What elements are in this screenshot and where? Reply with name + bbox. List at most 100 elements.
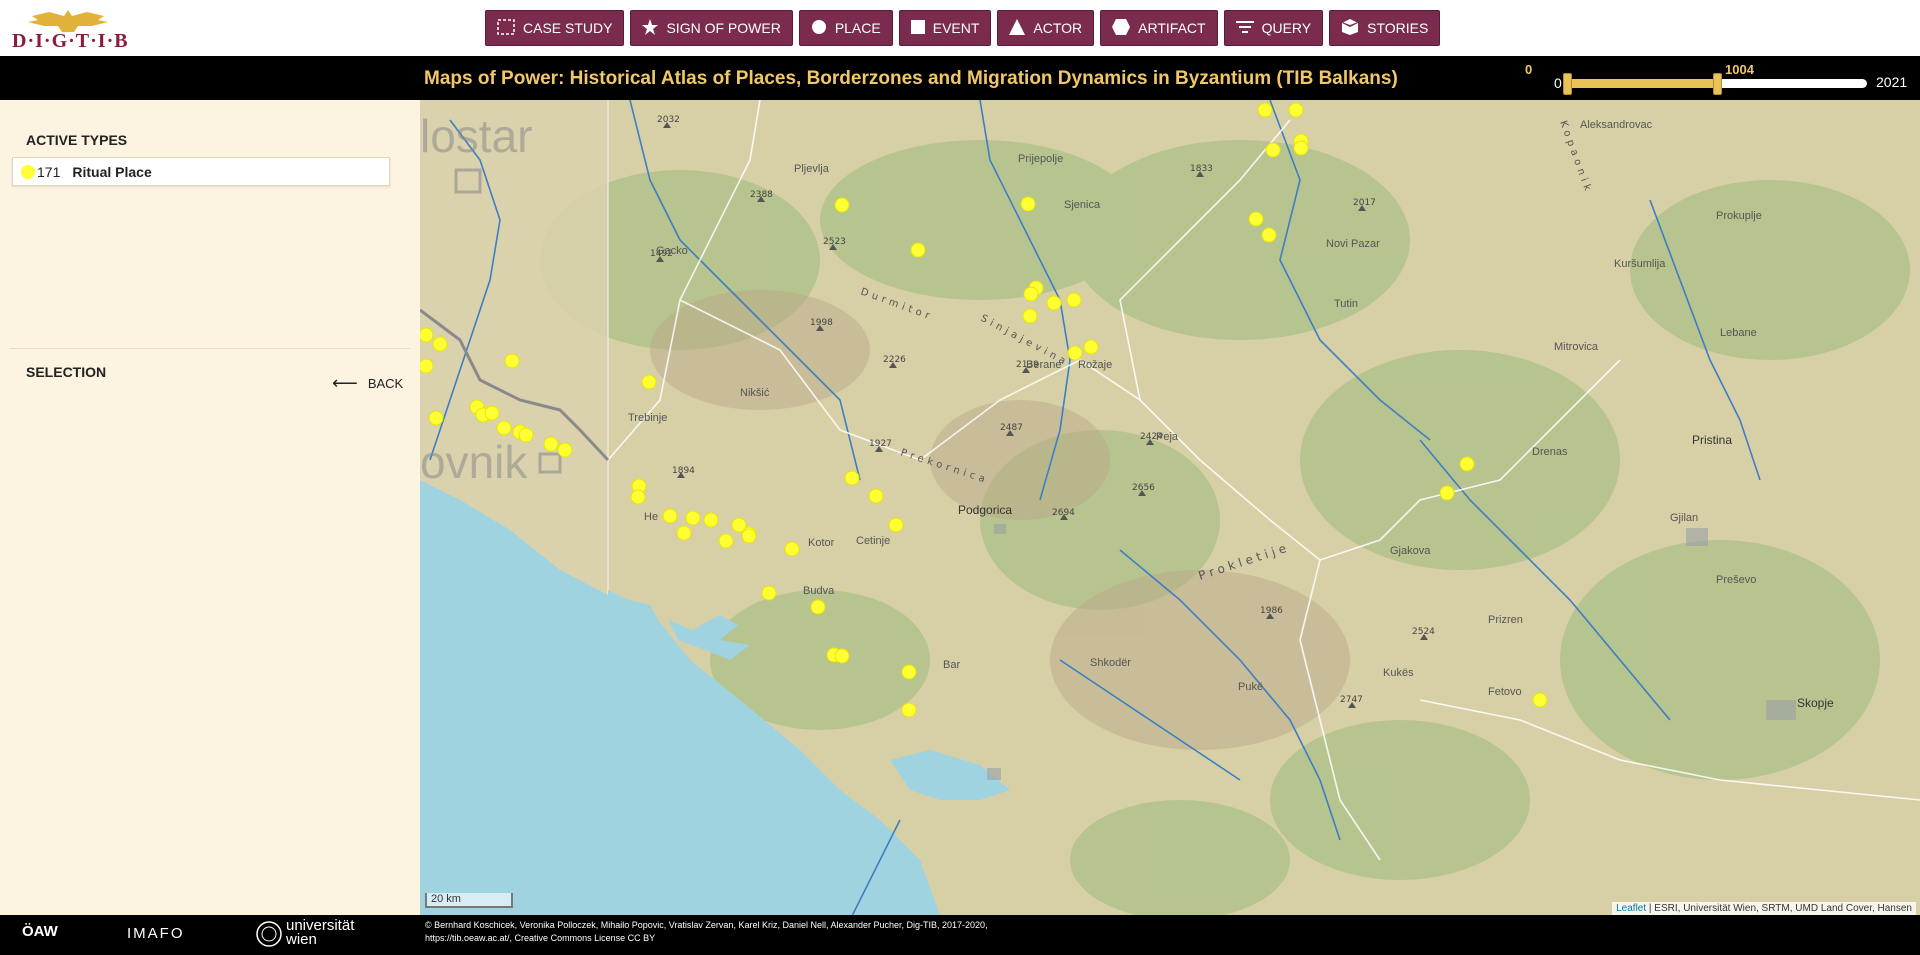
prokuplje-label: Prokuplje: [1716, 210, 1762, 222]
ritual-place-marker[interactable]: [641, 374, 657, 390]
ritual-place-marker[interactable]: [428, 410, 444, 426]
map-view[interactable]: lostar ovnik Durmitor Sinjajevina Prekor…: [420, 100, 1920, 915]
ritual-place-marker[interactable]: [662, 508, 678, 524]
query-label: QUERY: [1261, 20, 1312, 36]
ritual-place-marker[interactable]: [868, 488, 884, 504]
slider-end-handle[interactable]: [1713, 73, 1722, 95]
mostar-ghost-label: lostar: [420, 110, 532, 162]
berane-label: Berane: [1026, 359, 1061, 371]
ritual-place-marker[interactable]: [1257, 102, 1273, 118]
artifact-button[interactable]: ARTIFACT: [1100, 10, 1218, 46]
ritual-place-marker[interactable]: [1083, 339, 1099, 355]
oeaw-logo[interactable]: ÖAW: [22, 923, 58, 940]
slider-fill: [1567, 79, 1716, 88]
ritual-place-marker[interactable]: [1022, 308, 1038, 324]
ritual-place-marker[interactable]: [1532, 692, 1548, 708]
ritual-place-marker[interactable]: [784, 541, 800, 557]
type-name: Ritual Place: [72, 163, 152, 180]
ritual-place-marker[interactable]: [484, 405, 500, 421]
ritual-place-marker[interactable]: [761, 585, 777, 601]
leaflet-link[interactable]: Leaflet: [1616, 903, 1646, 914]
ritual-place-marker[interactable]: [1261, 227, 1277, 243]
sidebar-divider: [10, 348, 410, 349]
case-study-button[interactable]: CASE STUDY: [485, 10, 625, 46]
ritual-place-marker[interactable]: [1020, 196, 1036, 212]
ritual-place-marker[interactable]: [1288, 102, 1304, 118]
ritual-place-marker[interactable]: [718, 533, 734, 549]
university-vienna-logo[interactable]: universität wien: [286, 918, 376, 947]
ritual-place-marker[interactable]: [685, 510, 701, 526]
timeline-slider[interactable]: 0 0 1004 2021: [1525, 62, 1915, 95]
ritual-place-marker[interactable]: [834, 648, 850, 664]
logo-text[interactable]: D·I·G·T·I·B: [12, 30, 129, 53]
map-canvas[interactable]: lostar ovnik Durmitor Sinjajevina Prekor…: [420, 100, 1920, 915]
ritual-place-marker[interactable]: [1067, 345, 1083, 361]
pristina-label: Pristina: [1692, 433, 1732, 447]
dubrovnik-ghost-label: ovnik: [420, 436, 528, 488]
sign-of-power-button[interactable]: SIGN OF POWER: [630, 10, 793, 46]
type-count: 171: [37, 163, 61, 180]
place-label: PLACE: [834, 20, 881, 36]
slider-start-handle[interactable]: [1563, 73, 1572, 95]
ritual-place-marker[interactable]: [1066, 292, 1082, 308]
credit-line-2[interactable]: https://tib.oeaw.ac.at/, Creative Common…: [425, 932, 1125, 945]
box-icon: [1341, 18, 1359, 39]
stories-button[interactable]: STORIES: [1329, 10, 1441, 46]
artifact-label: ARTIFACT: [1138, 20, 1206, 36]
active-type-item[interactable]: 171 Ritual Place: [12, 157, 390, 186]
filter-icon: [1235, 20, 1254, 37]
skopje-label: Skopje: [1797, 696, 1834, 710]
query-button[interactable]: QUERY: [1223, 10, 1324, 46]
shkoder-label: Shkodër: [1090, 657, 1131, 669]
ritual-place-marker[interactable]: [1459, 456, 1475, 472]
slider-max-label: 2021: [1876, 74, 1908, 90]
fetovo-label: Fetovo: [1488, 686, 1522, 698]
place-button[interactable]: PLACE: [798, 10, 893, 46]
slider-current-value: 1004: [1725, 62, 1754, 77]
imafo-logo[interactable]: IMAFO: [127, 925, 185, 942]
ritual-place-marker[interactable]: [420, 358, 434, 374]
credit-line-1: © Bernhard Koschicek, Veronika Polloczek…: [425, 920, 988, 930]
gjilan-label: Gjilan: [1670, 512, 1698, 524]
ritual-place-marker[interactable]: [810, 599, 826, 615]
peak-elevation-label: 2226: [883, 355, 906, 365]
ritual-place-marker[interactable]: [557, 442, 573, 458]
back-button[interactable]: ⟵ BACK: [332, 373, 403, 394]
ritual-place-marker[interactable]: [496, 420, 512, 436]
ritual-place-marker[interactable]: [543, 436, 559, 452]
ritual-place-marker[interactable]: [1265, 142, 1281, 158]
aleksandrovac-label: Aleksandrovac: [1580, 119, 1653, 131]
actor-label: ACTOR: [1033, 20, 1083, 36]
ritual-place-marker[interactable]: [834, 197, 850, 213]
ritual-place-marker[interactable]: [1023, 286, 1039, 302]
event-button[interactable]: EVENT: [898, 10, 992, 46]
ritual-place-marker[interactable]: [504, 353, 520, 369]
ritual-place-marker[interactable]: [630, 489, 646, 505]
peak-elevation-label: 2487: [1000, 423, 1023, 433]
peak-elevation-label: 2032: [657, 115, 680, 125]
ritual-place-marker[interactable]: [432, 336, 448, 352]
ritual-place-marker[interactable]: [901, 702, 917, 718]
ritual-place-marker[interactable]: [901, 664, 917, 680]
case-study-label: CASE STUDY: [523, 20, 613, 36]
ritual-place-marker[interactable]: [1439, 485, 1455, 501]
ritual-place-marker[interactable]: [420, 327, 434, 343]
ritual-place-marker[interactable]: [676, 525, 692, 541]
peak-elevation-label: 1986: [1260, 606, 1283, 616]
ritual-place-marker[interactable]: [1293, 140, 1309, 156]
selection-heading: SELECTION: [26, 364, 107, 380]
ritual-place-marker[interactable]: [741, 528, 757, 544]
square-icon: [910, 19, 925, 37]
ritual-place-marker[interactable]: [518, 427, 534, 443]
peak-elevation-label: 1927: [869, 439, 892, 449]
ritual-place-marker[interactable]: [1248, 211, 1264, 227]
ritual-place-marker[interactable]: [1046, 295, 1062, 311]
peak-elevation-label: 1833: [1190, 164, 1213, 174]
actor-button[interactable]: ACTOR: [997, 10, 1095, 46]
peak-elevation-label: 2523: [823, 237, 846, 247]
map-attribution: Leaflet | ESRI, Universität Wien, SRTM, …: [1612, 902, 1916, 915]
ritual-place-marker[interactable]: [844, 470, 860, 486]
ritual-place-marker[interactable]: [910, 242, 926, 258]
ritual-place-marker[interactable]: [888, 517, 904, 533]
ritual-place-marker[interactable]: [703, 512, 719, 528]
